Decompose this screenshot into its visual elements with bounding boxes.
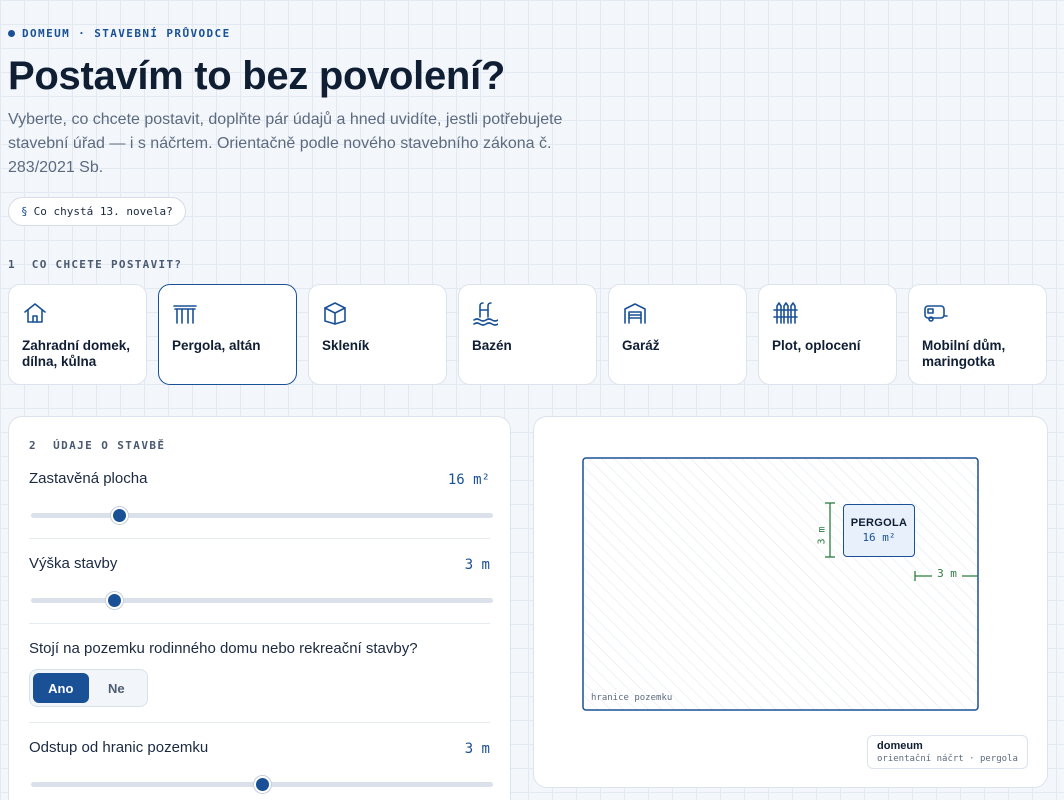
divider	[29, 623, 490, 624]
plot-boundary	[582, 457, 979, 711]
eyebrow-dot-icon	[8, 30, 15, 37]
type-card-label: Bazén	[472, 338, 512, 353]
sketch-legend: domeum orientační náčrt · pergola	[867, 735, 1028, 769]
offset-value: 3 m	[464, 741, 490, 757]
step2-heading: 2 ÚDAJE O STAVBĚ	[29, 439, 166, 452]
legend-brand: domeum	[877, 740, 923, 752]
area-label: Zastavěná plocha	[29, 470, 148, 487]
pergola-icon	[173, 305, 197, 324]
type-card-mobile-home[interactable]: Mobilní dům, maringotka	[908, 284, 1047, 385]
garage-icon	[624, 303, 646, 324]
novela-chip-label: Co chystá 13. novela?	[33, 205, 173, 218]
eyebrow: DOMEUM · STAVEBNÍ PRŮVODCE	[8, 27, 231, 40]
type-card-label: Pergola, altán	[172, 338, 261, 353]
toggle-no-button[interactable]: Ne	[89, 673, 145, 703]
offset-label: Odstup od hranic pozemku	[29, 739, 209, 756]
page-lead: Vyberte, co chcete postavit, doplňte pár…	[8, 111, 563, 176]
toggle-yes-button[interactable]: Ano	[33, 673, 89, 703]
eyebrow-text: DOMEUM · STAVEBNÍ PRŮVODCE	[22, 27, 231, 40]
offset-slider-thumb[interactable]	[254, 776, 271, 793]
caravan-icon	[924, 305, 948, 322]
area-value: 16 m²	[447, 472, 490, 488]
height-label: Výška stavby	[29, 555, 118, 572]
type-card-garage[interactable]: Garáž	[608, 284, 747, 385]
page-title: Postavím to bez povolení?	[8, 54, 506, 98]
type-card-greenhouse[interactable]: Skleník	[308, 284, 447, 385]
legend-subtitle: orientační náčrt · pergola	[877, 754, 1018, 764]
type-card-fence[interactable]: Plot, oplocení	[758, 284, 897, 385]
fence-icon	[773, 302, 798, 324]
type-card-label: Skleník	[322, 338, 370, 353]
plot-boundary-caption: hranice pozemku	[591, 693, 673, 703]
height-dimension: 3 m	[815, 516, 829, 554]
divider	[29, 538, 490, 539]
sketch-panel: hranice pozemku PERGOLA 16 m² 3 m 3 m do…	[533, 416, 1048, 788]
greenhouse-icon	[324, 302, 346, 325]
structure-name: PERGOLA	[850, 517, 908, 529]
offset-dimension-label: 3 m	[932, 567, 962, 580]
area-slider-thumb[interactable]	[110, 507, 128, 524]
structure-footprint: PERGOLA 16 m²	[843, 504, 915, 557]
pool-icon	[473, 302, 498, 326]
family-house-question: Stojí na pozemku rodinného domu nebo rek…	[29, 640, 418, 657]
type-card-label: Zahradní domek, dílna, kůlna	[22, 338, 131, 369]
novela-chip[interactable]: § Co chystá 13. novela?	[8, 197, 186, 226]
offset-slider[interactable]	[31, 776, 493, 793]
type-card-label: Mobilní dům, maringotka	[922, 338, 1006, 369]
building-type-list: Zahradní domek, dílna, kůlna Pergola, al…	[8, 284, 1047, 385]
paragraph-icon: §	[21, 205, 28, 218]
step1-heading: 1 CO CHCETE POSTAVIT?	[8, 258, 183, 271]
height-value: 3 m	[464, 557, 490, 573]
building-details-panel: 2 ÚDAJE O STAVBĚ Zastavěná plocha 16 m² …	[8, 416, 511, 800]
divider	[29, 722, 490, 723]
family-house-toggle: Ano Ne	[29, 669, 148, 707]
type-card-garden-house[interactable]: Zahradní domek, dílna, kůlna	[8, 284, 147, 385]
plot-sketch	[582, 457, 979, 711]
structure-area: 16 m²	[862, 531, 896, 544]
height-slider[interactable]	[31, 592, 493, 609]
height-dimension-label: 3 m	[816, 525, 828, 545]
type-card-pergola[interactable]: Pergola, altán	[158, 284, 297, 385]
type-card-label: Garáž	[622, 338, 660, 353]
area-slider[interactable]	[31, 507, 493, 524]
type-card-label: Plot, oplocení	[772, 338, 861, 353]
height-slider-thumb[interactable]	[106, 592, 124, 609]
house-icon	[24, 303, 46, 323]
type-card-pool[interactable]: Bazén	[458, 284, 597, 385]
